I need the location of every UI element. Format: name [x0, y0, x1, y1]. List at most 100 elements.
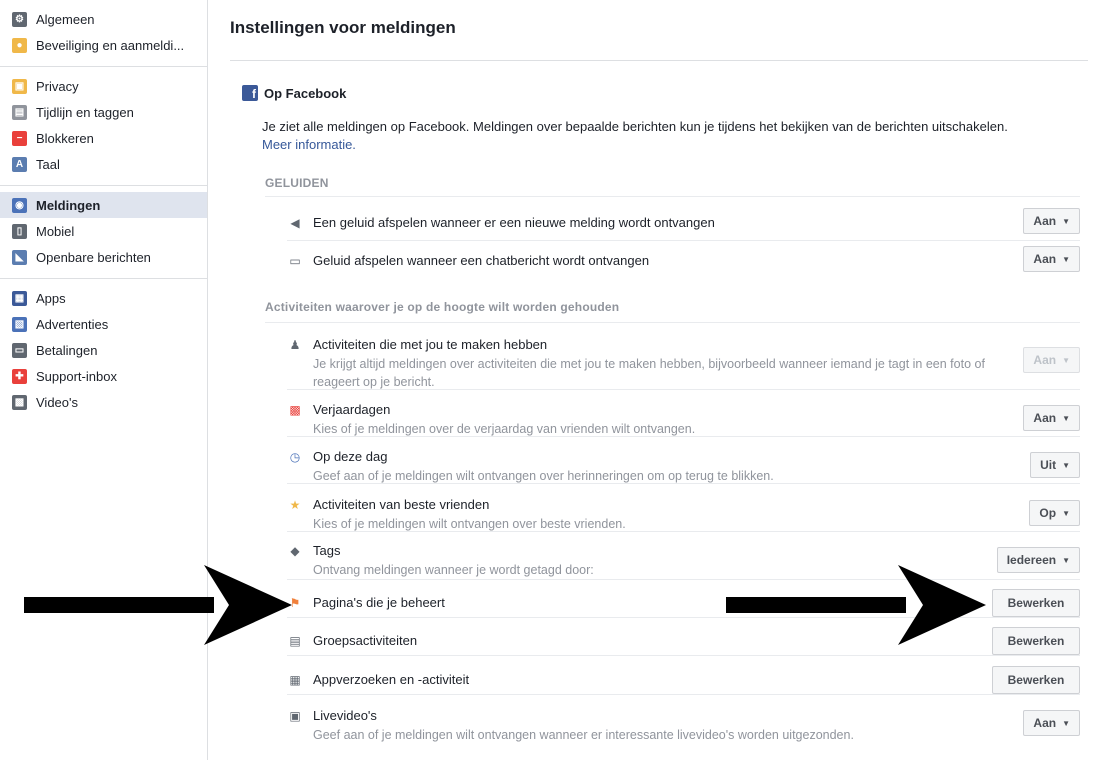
notification-dropdown[interactable]: Aan ▼	[1023, 710, 1080, 736]
section-header: f Op Facebook	[242, 85, 346, 101]
ads-icon: ▧	[12, 316, 27, 332]
globe-icon: ◉	[12, 197, 27, 213]
lifebuoy-icon: ✚	[12, 368, 27, 384]
facebook-icon: f	[242, 85, 258, 101]
sidebar-item-label: Blokkeren	[36, 130, 94, 146]
notification-dropdown[interactable]: Aan ▼	[1023, 208, 1080, 234]
sidebar-item-betalingen[interactable]: ▭ Betalingen	[0, 337, 207, 363]
row-divider	[287, 240, 1080, 241]
setting-title: Livevideo's	[313, 708, 377, 723]
sidebar-item-label: Openbare berichten	[36, 249, 151, 265]
mobile-icon: ▯	[12, 223, 27, 239]
left-arrow-annotation	[24, 565, 292, 645]
chevron-down-icon: ▼	[1062, 718, 1070, 728]
sidebar-item-label: Apps	[36, 290, 66, 306]
card-icon: ▭	[12, 342, 27, 358]
sounds-divider	[265, 196, 1080, 197]
setting-title: Verjaardagen	[313, 402, 391, 417]
sidebar-item-label: Tijdlijn en taggen	[36, 104, 134, 120]
gears-icon: ⚙	[12, 11, 27, 27]
sidebar-group: ▦ Apps ▧ Advertenties ▭ Betalingen ✚ Support-in…	[0, 279, 207, 423]
setting-title: Tags	[313, 543, 341, 558]
setting-title: Activiteiten die met jou te maken hebben	[313, 337, 548, 352]
row-divider	[287, 483, 1080, 484]
chat-icon: ▭	[289, 254, 301, 268]
activities-divider	[265, 322, 1080, 323]
setting-title: Op deze dag	[313, 449, 388, 464]
notification-dropdown[interactable]: Iedereen ▼	[996, 547, 1080, 573]
chevron-down-icon: ▼	[1062, 216, 1070, 226]
app-request-icon: ▦	[289, 673, 301, 687]
setting-title: Geluid afspelen wanneer een chatbericht …	[313, 253, 650, 268]
chevron-down-icon: ▼	[1062, 555, 1070, 565]
dropdown-value: Op	[1039, 506, 1057, 520]
clock-icon: ◷	[289, 450, 301, 464]
activities-header: Activiteiten waarover je op de hoogte wi…	[265, 300, 620, 314]
section-description: Je ziet alle meldingen op Facebook. Meld…	[262, 118, 1082, 154]
setting-title: Appverzoeken en -activiteit	[313, 672, 470, 687]
row-divider	[287, 694, 1080, 695]
dropdown-value: Aan	[1033, 716, 1057, 730]
notification-dropdown[interactable]: Aan ▼	[1023, 405, 1080, 431]
sidebar-item-video-s[interactable]: ▩ Video's	[0, 389, 207, 415]
sidebar-item-label: Beveiliging en aanmeldi...	[36, 37, 185, 53]
edit-button[interactable]: Bewerken	[992, 627, 1080, 655]
sidebar-item-label: Advertenties	[36, 316, 109, 332]
dropdown-value: Aan	[1033, 411, 1057, 425]
sidebar-item-tijdlijn-en-taggen[interactable]: ▤ Tijdlijn en taggen	[0, 99, 207, 125]
sidebar-item-label: Mobiel	[36, 223, 75, 239]
row-divider	[287, 436, 1080, 437]
timeline-icon: ▤	[12, 104, 27, 120]
sidebar-item-label: Meldingen	[36, 197, 101, 213]
dropdown-value: Iedereen	[1006, 553, 1057, 567]
sidebar-item-blokkeren[interactable]: − Blokkeren	[0, 125, 207, 151]
setting-title: Groepsactiviteiten	[313, 633, 418, 648]
gift-icon: ▩	[289, 403, 301, 417]
sidebar-item-apps[interactable]: ▦ Apps	[0, 285, 207, 311]
setting-description: Je krijgt altijd meldingen over activite…	[313, 357, 985, 389]
row-divider	[287, 655, 1080, 656]
sidebar-item-openbare-berichten[interactable]: ◣ Openbare berichten	[0, 244, 207, 270]
speaker-icon: ◀	[290, 216, 300, 230]
row-divider	[287, 389, 1080, 390]
chevron-down-icon: ▼	[1062, 460, 1070, 470]
dropdown-value: Aan	[1033, 214, 1057, 228]
sidebar-item-meldingen[interactable]: ◉ Meldingen	[0, 192, 207, 218]
person-icon: ♟	[289, 338, 301, 352]
film-icon: ▩	[12, 394, 27, 410]
setting-title: Activiteiten van beste vrienden	[313, 497, 490, 512]
dropdown-value: Aan	[1033, 353, 1057, 367]
sidebar-item-label: Betalingen	[36, 342, 98, 358]
setting-description: Geef aan of je meldingen wilt ontvangen …	[313, 728, 854, 742]
sidebar-item-label: Privacy	[36, 78, 79, 94]
notification-dropdown[interactable]: Aan ▼	[1023, 347, 1080, 373]
star-icon: ★	[289, 498, 301, 512]
notification-dropdown[interactable]: Aan ▼	[1023, 246, 1080, 272]
rss-icon: ◣	[12, 249, 27, 265]
sidebar-item-mobiel[interactable]: ▯ Mobiel	[0, 218, 207, 244]
notification-dropdown[interactable]: Op ▼	[1029, 500, 1080, 526]
sidebar-item-algemeen[interactable]: ⚙ Algemeen	[0, 6, 207, 32]
sidebar-item-label: Support-inbox	[36, 368, 117, 384]
sidebar-item-label: Taal	[36, 156, 60, 172]
sidebar-item-taal[interactable]: A Taal	[0, 151, 207, 177]
privacy-icon: ▣	[12, 78, 27, 94]
sidebar-item-support-inbox[interactable]: ✚ Support-inbox	[0, 363, 207, 389]
section-title: Op Facebook	[264, 85, 347, 101]
sidebar-item-privacy[interactable]: ▣ Privacy	[0, 73, 207, 99]
edit-button[interactable]: Bewerken	[992, 666, 1080, 694]
notification-dropdown[interactable]: Uit ▼	[1030, 452, 1080, 478]
apps-icon: ▦	[12, 290, 27, 306]
chevron-down-icon: ▼	[1062, 508, 1070, 518]
notification-settings-panel: Instellingen voor meldingen f Op Faceboo…	[230, 0, 1090, 760]
edit-button[interactable]: Bewerken	[992, 589, 1080, 617]
dropdown-value: Uit	[1040, 458, 1057, 472]
sidebar-group: ⚙ Algemeen ● Beveiliging en aanmeldi...	[0, 0, 207, 67]
chevron-down-icon: ▼	[1062, 254, 1070, 264]
sidebar-group: ▣ Privacy ▤ Tijdlijn en taggen − Blokkeren A Ta…	[0, 67, 207, 186]
tag-icon: ◆	[290, 544, 300, 558]
more-info-link[interactable]: Meer informatie.	[262, 137, 356, 152]
sidebar-item-advertenties[interactable]: ▧ Advertenties	[0, 311, 207, 337]
sidebar-item-beveiliging-en-aanmeldi[interactable]: ● Beveiliging en aanmeldi...	[0, 32, 207, 58]
setting-title: Een geluid afspelen wanneer er een nieuw…	[313, 215, 715, 230]
